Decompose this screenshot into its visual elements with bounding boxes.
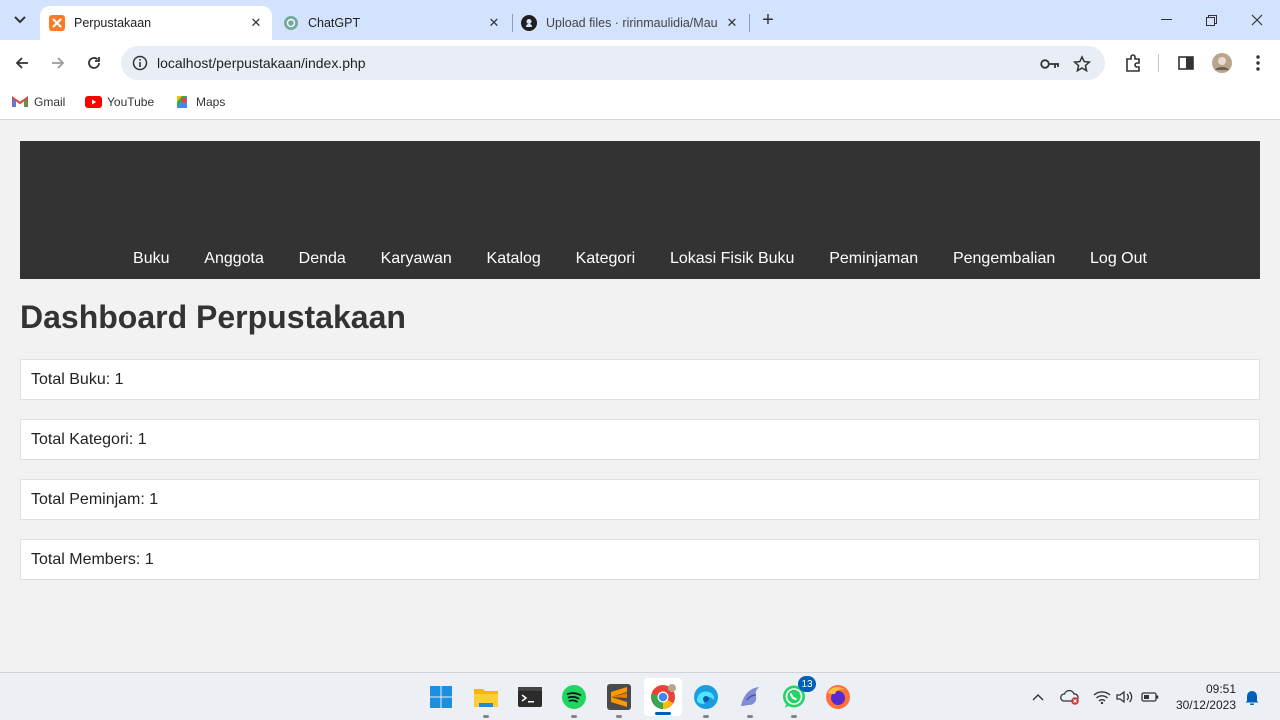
menu-kebab-icon[interactable] [1245, 50, 1271, 76]
profile-avatar[interactable] [1209, 50, 1235, 76]
clock-time: 09:51 [1205, 682, 1236, 696]
windows-taskbar: 13 09:51 30/12/2023 [0, 672, 1280, 720]
running-indicator [483, 715, 489, 718]
close-window-button[interactable] [1234, 0, 1280, 40]
browser-toolbar: localhost/perpustakaan/index.php [0, 40, 1280, 86]
chevron-down-icon [14, 16, 26, 24]
tab-title: Perpustakaan [74, 16, 152, 30]
nav-kategori[interactable]: Kategori [558, 249, 652, 269]
nav-pengembalian[interactable]: Pengembalian [936, 249, 1073, 269]
spotify-icon[interactable] [558, 681, 590, 718]
xampp-favicon-icon [49, 15, 65, 31]
forward-button[interactable] [43, 48, 73, 78]
close-tab-icon[interactable]: ✕ [484, 13, 504, 33]
tab-github-upload[interactable]: Upload files · ririnmaulidia/Mau ✕ [512, 6, 748, 40]
back-button[interactable] [7, 48, 37, 78]
close-icon [1251, 14, 1263, 26]
new-tab-button[interactable]: + [757, 9, 779, 31]
nav-peminjaman[interactable]: Peminjaman [812, 249, 936, 269]
bookmark-maps[interactable]: Maps [173, 92, 225, 112]
onedrive-error-icon[interactable] [1060, 687, 1080, 707]
page-title: Dashboard Perpustakaan [20, 299, 406, 335]
key-icon[interactable] [1039, 53, 1061, 75]
nav-karyawan[interactable]: Karyawan [363, 249, 469, 269]
whatsapp-icon[interactable]: 13 [778, 676, 816, 718]
running-indicator [747, 715, 753, 718]
tab-separator [749, 14, 750, 32]
youtube-icon [84, 95, 102, 109]
active-indicator [655, 712, 671, 715]
stat-total-members: Total Members: 1 [20, 539, 1260, 580]
minimize-button[interactable] [1143, 0, 1189, 40]
extensions-icon[interactable] [1120, 50, 1146, 76]
notification-bell-icon[interactable] [1242, 687, 1262, 707]
url-text[interactable]: localhost/perpustakaan/index.php [157, 55, 366, 71]
firefox-icon[interactable] [822, 681, 854, 713]
close-tab-icon[interactable]: ✕ [722, 13, 742, 33]
chrome-icon[interactable] [644, 678, 682, 716]
arrow-left-icon [15, 57, 28, 69]
tab-search-button[interactable] [7, 8, 33, 32]
reload-icon [88, 57, 100, 69]
restore-button[interactable] [1188, 0, 1234, 40]
tab-perpustakaan[interactable]: Perpustakaan ✕ [40, 6, 272, 40]
running-indicator [616, 715, 622, 718]
whatsapp-unread-badge: 13 [798, 676, 816, 692]
volume-icon[interactable] [1115, 687, 1135, 707]
bookmark-youtube[interactable]: YouTube [84, 92, 154, 112]
github-favicon-icon [521, 15, 537, 31]
clock-date: 30/12/2023 [1175, 698, 1236, 712]
stat-total-kategori: Total Kategori: 1 [20, 419, 1260, 460]
nav-denda[interactable]: Denda [281, 249, 363, 269]
bookmark-label: YouTube [107, 95, 155, 109]
nav-buku[interactable]: Buku [116, 249, 187, 269]
stat-total-peminjam: Total Peminjam: 1 [20, 479, 1260, 520]
reload-button[interactable] [79, 48, 109, 78]
nav-katalog[interactable]: Katalog [469, 249, 558, 269]
gmail-icon [11, 95, 29, 109]
file-explorer-icon[interactable] [470, 681, 502, 718]
close-tab-icon[interactable]: ✕ [246, 13, 266, 33]
wifi-icon[interactable] [1092, 687, 1112, 707]
maps-icon [173, 95, 191, 109]
toolbar-divider [1158, 54, 1159, 72]
bookmark-label: Gmail [34, 95, 66, 109]
main-nav: Buku Anggota Denda Karyawan Katalog Kate… [20, 249, 1260, 269]
address-bar[interactable]: localhost/perpustakaan/index.php [121, 46, 1105, 80]
running-indicator [571, 715, 577, 718]
system-clock[interactable]: 09:51 30/12/2023 [1176, 681, 1236, 713]
minimize-icon [1160, 19, 1172, 20]
tab-chatgpt[interactable]: ChatGPT ✕ [274, 6, 510, 40]
dolphin-icon[interactable] [734, 681, 766, 718]
chatgpt-favicon-icon [283, 15, 299, 31]
site-info-icon[interactable] [129, 52, 151, 74]
terminal-icon[interactable] [514, 681, 546, 713]
restore-icon [1205, 14, 1217, 26]
edge-icon[interactable] [690, 681, 722, 718]
show-hidden-icons-chevron-icon[interactable] [1028, 687, 1048, 707]
windows-start-icon[interactable] [425, 681, 457, 713]
page-viewport: Buku Anggota Denda Karyawan Katalog Kate… [0, 121, 1280, 672]
arrow-right-icon [52, 57, 65, 69]
stat-total-buku: Total Buku: 1 [20, 359, 1260, 400]
sublime-text-icon[interactable] [603, 681, 635, 718]
battery-icon[interactable] [1140, 687, 1160, 707]
bookmark-label: Maps [196, 95, 226, 109]
site-header: Buku Anggota Denda Karyawan Katalog Kate… [20, 141, 1260, 279]
side-panel-icon[interactable] [1173, 50, 1199, 76]
running-indicator [791, 715, 797, 718]
nav-lokasi-fisik-buku[interactable]: Lokasi Fisik Buku [653, 249, 812, 269]
tab-title: Upload files · ririnmaulidia/Mau [546, 16, 718, 30]
tab-title: ChatGPT [308, 16, 361, 30]
bookmark-gmail[interactable]: Gmail [11, 92, 65, 112]
nav-log-out[interactable]: Log Out [1073, 249, 1165, 269]
running-indicator [703, 715, 709, 718]
nav-anggota[interactable]: Anggota [187, 249, 281, 269]
browser-tab-strip: Perpustakaan ✕ ChatGPT ✕ Upload files · … [0, 0, 1280, 40]
bookmarks-bar: Gmail YouTube Maps [0, 86, 1280, 120]
bookmark-star-icon[interactable] [1071, 53, 1093, 75]
